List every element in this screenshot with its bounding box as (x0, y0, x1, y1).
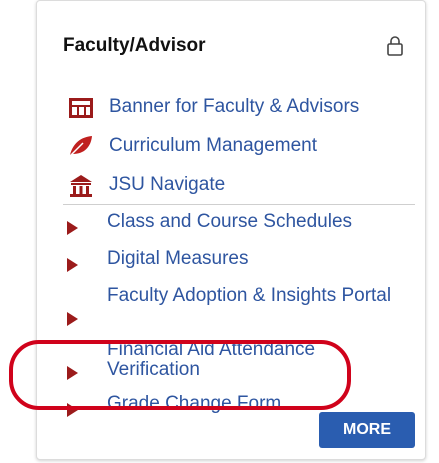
list-item-label: Faculty Adoption & Insights Portal (107, 285, 392, 306)
building-icon (70, 174, 92, 197)
quick-link-banner[interactable]: Banner for Faculty & Advisors (67, 87, 417, 126)
quick-link-navigate[interactable]: JSU Navigate (67, 165, 417, 204)
quick-link-label: Banner for Faculty & Advisors (109, 95, 360, 117)
quick-link-label: Curriculum Management (109, 134, 318, 156)
list-item-label: Digital Measures (107, 248, 249, 269)
divider (63, 204, 415, 205)
leaf-icon (69, 135, 92, 157)
quick-link-label: JSU Navigate (109, 173, 226, 195)
list-item-faculty-adoption[interactable]: Faculty Adoption & Insights Portal (67, 286, 417, 326)
quick-links: Banner for Faculty & Advisors Curriculum… (67, 87, 417, 204)
quick-link-curriculum[interactable]: Curriculum Management (67, 126, 417, 165)
more-button[interactable]: MORE (319, 412, 415, 448)
caret-right-icon (67, 312, 78, 326)
highlight-annotation (9, 340, 351, 410)
list-item-class-schedules[interactable]: Class and Course Schedules (67, 212, 417, 235)
caret-right-icon (67, 221, 78, 235)
list-item-label: Class and Course Schedules (107, 211, 353, 232)
card-title: Faculty/Advisor (63, 35, 206, 56)
caret-right-icon (67, 258, 78, 272)
lock-icon[interactable] (385, 35, 405, 57)
banner-icon (69, 97, 93, 118)
list-item-digital-measures[interactable]: Digital Measures (67, 249, 417, 272)
